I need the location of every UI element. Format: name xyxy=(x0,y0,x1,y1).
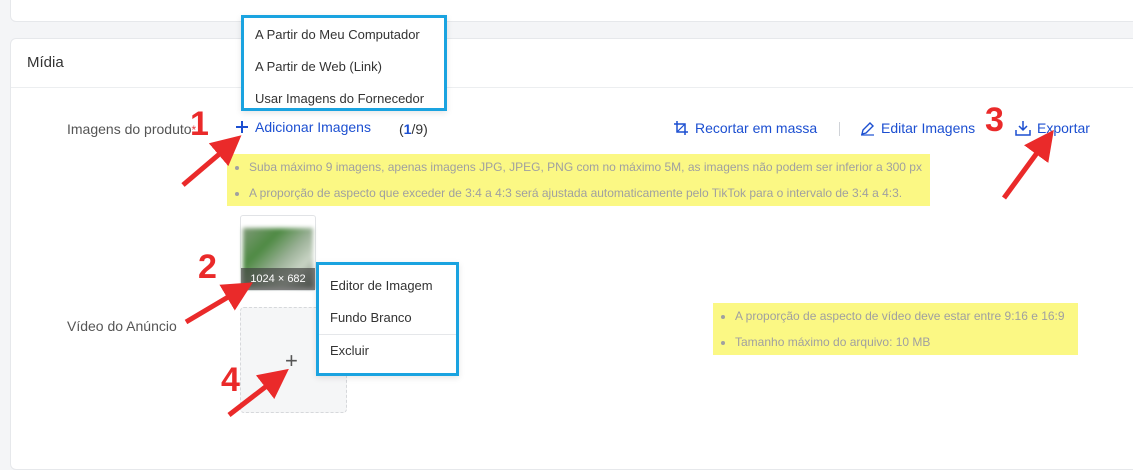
menu-item-white-background[interactable]: Fundo Branco xyxy=(319,302,456,334)
menu-item-from-computer[interactable]: A Partir do Meu Computador xyxy=(244,19,444,51)
image-dimensions: 1024 × 682 xyxy=(241,268,315,290)
note-item: A proporção de aspecto que exceder de 3:… xyxy=(249,180,930,206)
section-title: Mídia xyxy=(27,54,64,71)
image-requirements-note: Suba máximo 9 imagens, apenas imagens JP… xyxy=(227,154,930,206)
crop-icon xyxy=(674,121,688,135)
annotation-number-1: 1 xyxy=(190,105,209,143)
plus-icon: + xyxy=(285,348,298,373)
export-label: Exportar xyxy=(1037,120,1090,136)
media-section-header: Mídia xyxy=(11,39,1133,88)
note-item: Tamanho máximo do arquivo: 10 MB xyxy=(735,329,1078,355)
bulk-crop-label: Recortar em massa xyxy=(695,120,818,136)
image-actions-menu: Editor de Imagem Fundo Branco Excluir xyxy=(316,262,459,376)
annotation-number-2: 2 xyxy=(198,248,217,286)
plus-icon xyxy=(236,121,248,133)
media-section: Mídia xyxy=(10,38,1133,470)
video-requirements-note: A proporção de aspecto de vídeo deve est… xyxy=(713,303,1078,355)
menu-item-image-editor[interactable]: Editor de Imagem xyxy=(319,270,456,302)
image-count: (1/9) xyxy=(399,121,428,137)
annotation-number-4: 4 xyxy=(221,361,240,399)
pencil-icon xyxy=(861,121,874,136)
product-images-label-text: Imagens do produto xyxy=(67,121,192,137)
export-button[interactable]: Exportar xyxy=(1015,120,1090,136)
add-images-button[interactable]: Adicionar Imagens xyxy=(235,119,371,135)
product-images-label: Imagens do produto* xyxy=(67,121,196,137)
annotation-number-3: 3 xyxy=(985,101,1004,139)
menu-item-delete[interactable]: Excluir xyxy=(319,335,456,367)
note-item: A proporção de aspecto de vídeo deve est… xyxy=(735,303,1078,329)
previous-section-card xyxy=(10,0,1133,22)
count-total: /9) xyxy=(411,121,428,137)
note-item: Suba máximo 9 imagens, apenas imagens JP… xyxy=(249,154,930,180)
menu-item-supplier-images[interactable]: Usar Imagens do Fornecedor xyxy=(244,83,444,115)
video-label: Vídeo do Anúncio xyxy=(67,318,177,334)
edit-images-label: Editar Imagens xyxy=(881,120,976,136)
bulk-crop-button[interactable]: Recortar em massa xyxy=(673,120,817,136)
add-images-menu: A Partir do Meu Computador A Partir de W… xyxy=(241,15,447,111)
add-images-label: Adicionar Imagens xyxy=(255,119,371,135)
menu-item-from-web[interactable]: A Partir de Web (Link) xyxy=(244,51,444,83)
download-icon xyxy=(1015,121,1031,136)
product-image-thumbnail[interactable]: 1024 × 682 xyxy=(240,215,316,291)
edit-images-button[interactable]: Editar Imagens xyxy=(860,120,975,136)
toolbar-divider xyxy=(839,122,840,136)
